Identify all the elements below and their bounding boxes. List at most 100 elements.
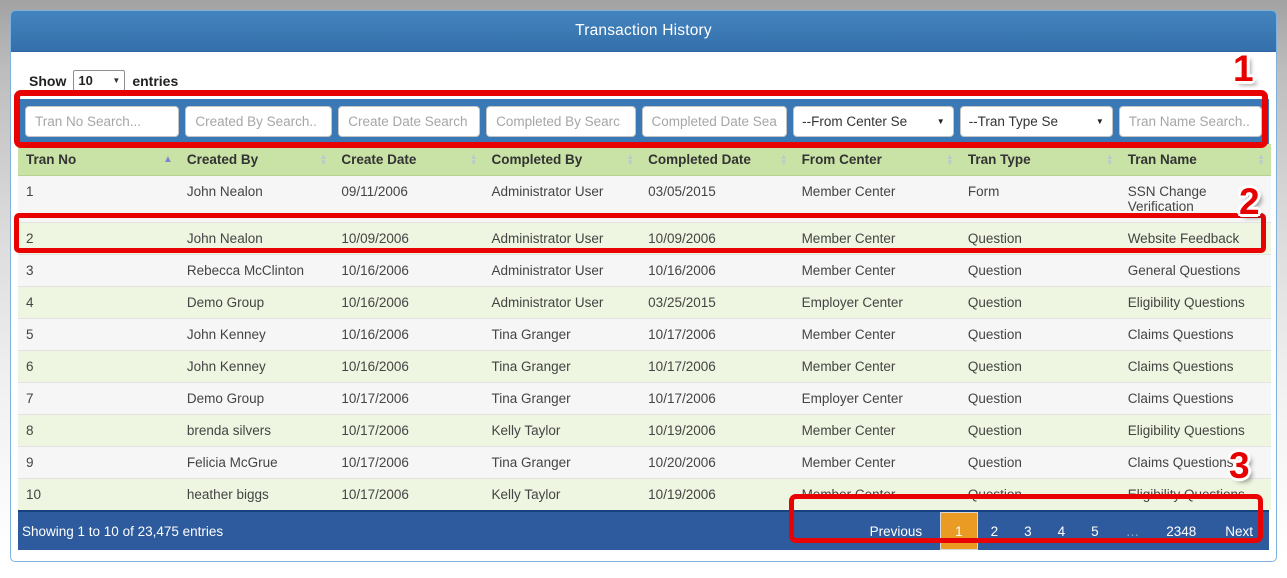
cell: Question [960,447,1120,479]
cell: 10/09/2006 [333,223,483,255]
cell: 10/19/2006 [640,479,793,511]
cell: Member Center [794,223,960,255]
sort-down-arrow: ▼ [626,160,634,166]
column-header-create-date[interactable]: Create Date▲▼ [333,144,483,176]
from-center-select[interactable]: --From Center Se▼ [793,106,954,137]
column-header-created-by[interactable]: Created By▲▼ [179,144,333,176]
created-by-search-input[interactable] [185,106,332,137]
show-entries-select[interactable]: 10 ▼ [73,70,125,91]
sort-down-arrow: ▼ [1257,160,1265,166]
cell: Question [960,319,1120,351]
page-button-3[interactable]: 3 [1011,512,1045,550]
sort-down-arrow: ▼ [780,160,788,166]
column-label: Tran Type [968,152,1031,167]
cell: Question [960,479,1120,511]
sort-down-arrow: ▼ [319,160,327,166]
cell: 8 [18,415,179,447]
page-button-2348[interactable]: 2348 [1153,512,1209,550]
cell: brenda silvers [179,415,333,447]
cell: Member Center [794,319,960,351]
table-row[interactable]: 9Felicia McGrue10/17/2006Tina Granger10/… [18,447,1271,479]
table-row[interactable]: 7Demo Group10/17/2006Tina Granger10/17/2… [18,383,1271,415]
table-row[interactable]: 5John Kenney10/16/2006Tina Granger10/17/… [18,319,1271,351]
cell: Question [960,415,1120,447]
cell: Eligibility Questions [1120,287,1271,319]
cell: 10/16/2006 [333,287,483,319]
cell: Kelly Taylor [484,479,641,511]
cell: Form [960,176,1120,223]
tran-name-search-input[interactable] [1119,106,1262,137]
previous-page-button[interactable]: Previous [852,512,941,550]
cell: Claims Questions [1120,383,1271,415]
cell: 10/17/2006 [640,319,793,351]
cell: 3 [18,255,179,287]
completed-by-search-input[interactable] [486,106,635,137]
tran-type-select[interactable]: --Tran Type Se▼ [960,106,1113,137]
sort-icon: ▲▼ [1257,154,1265,166]
table-row[interactable]: 1John Nealon09/11/2006Administrator User… [18,176,1271,223]
cell: Member Center [794,479,960,511]
table-row[interactable]: 10heather biggs10/17/2006Kelly Taylor10/… [18,479,1271,511]
cell: 10/19/2006 [640,415,793,447]
page-button-1[interactable]: 1 [940,512,978,550]
annotation-number-1: 1 [1233,50,1254,87]
cell: General Questions [1120,255,1271,287]
column-header-tran-type[interactable]: Tran Type▲▼ [960,144,1120,176]
pagination: Previous12345…2348Next [852,512,1269,550]
chevron-down-icon: ▼ [112,76,120,85]
create-date-search-input[interactable] [338,106,480,137]
sort-down-arrow: ▼ [1106,160,1114,166]
cell: 4 [18,287,179,319]
cell: Administrator User [484,287,641,319]
table-row[interactable]: 8brenda silvers10/17/2006Kelly Taylor10/… [18,415,1271,447]
cell: Question [960,383,1120,415]
completed-date-search-input[interactable] [642,106,788,137]
tran-no-search-input-cell [22,106,182,137]
sort-icon: ▲▼ [626,154,634,166]
column-header-tran-name[interactable]: Tran Name▲▼ [1120,144,1271,176]
show-label: Show [29,73,66,89]
tran-no-search-input[interactable] [25,106,179,137]
tran-type-select-cell: --Tran Type Se▼ [957,106,1116,137]
table-footer: Showing 1 to 10 of 23,475 entries Previo… [18,510,1269,550]
cell: 10/16/2006 [333,351,483,383]
table-row[interactable]: 4Demo Group10/16/2006Administrator User0… [18,287,1271,319]
page-button-4[interactable]: 4 [1045,512,1079,550]
cell: 2 [18,223,179,255]
cell: 10/16/2006 [333,255,483,287]
column-label: Completed Date [648,152,751,167]
cell: 10/09/2006 [640,223,793,255]
cell: 10/20/2006 [640,447,793,479]
cell: John Nealon [179,176,333,223]
cell: Question [960,255,1120,287]
cell: Tina Granger [484,383,641,415]
entries-label: entries [132,73,178,89]
table-head: Tran No▲Created By▲▼Create Date▲▼Complet… [18,144,1271,176]
cell: Question [960,287,1120,319]
column-header-completed-date[interactable]: Completed Date ▲▼ [640,144,793,176]
cell: 9 [18,447,179,479]
show-entries-value: 10 [78,73,92,88]
page-button-5[interactable]: 5 [1078,512,1112,550]
title-bar: Transaction History [11,11,1276,52]
sort-icon: ▲▼ [319,154,327,166]
column-header-from-center[interactable]: From Center▲▼ [794,144,960,176]
column-header-completed-by[interactable]: Completed By▲▼ [484,144,641,176]
cell: Employer Center [794,383,960,415]
cell: 10/17/2006 [333,383,483,415]
table-row[interactable]: 2John Nealon10/09/2006Administrator User… [18,223,1271,255]
table-row[interactable]: 6John Kenney10/16/2006Tina Granger10/17/… [18,351,1271,383]
cell: Rebecca McClinton [179,255,333,287]
next-page-button[interactable]: Next [1209,512,1269,550]
sort-icon: ▲▼ [780,154,788,166]
cell: 09/11/2006 [333,176,483,223]
annotation-number-3: 3 [1229,447,1250,484]
table-row[interactable]: 3Rebecca McClinton10/16/2006Administrato… [18,255,1271,287]
cell: 10/17/2006 [640,351,793,383]
page-button-2[interactable]: 2 [978,512,1012,550]
cell: Member Center [794,176,960,223]
length-control: Show 10 ▼ entries [11,52,1276,99]
column-header-tran-no[interactable]: Tran No▲ [18,144,179,176]
chevron-down-icon: ▼ [1096,117,1104,126]
column-label: Tran No [26,152,76,167]
